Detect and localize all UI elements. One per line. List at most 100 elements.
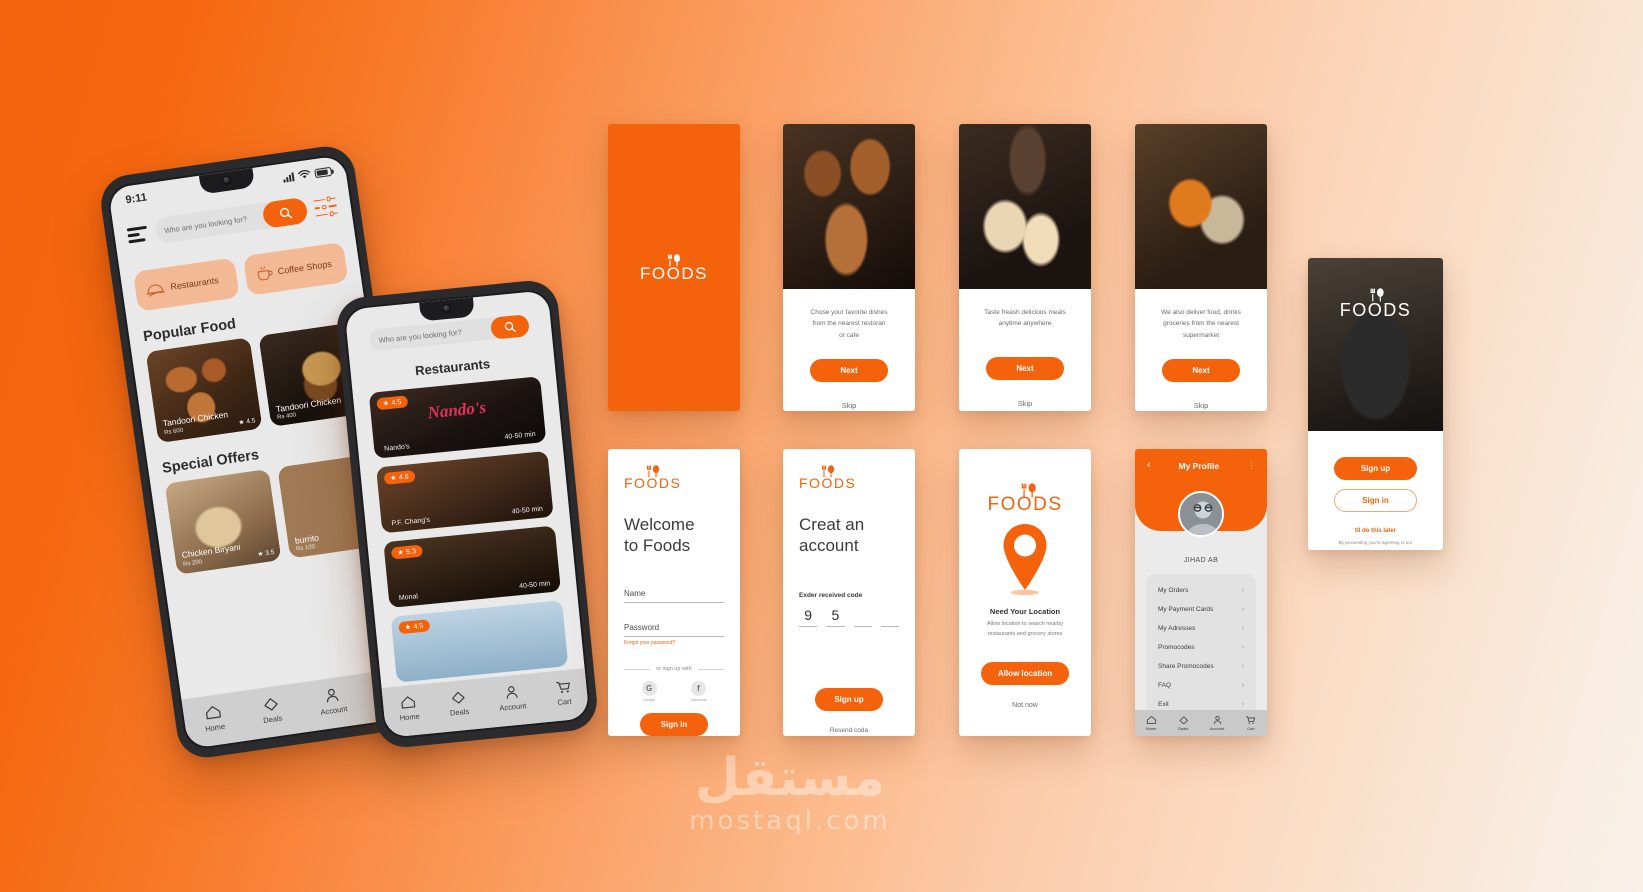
tab-account[interactable]: Account	[317, 685, 348, 717]
cloche-icon	[146, 283, 165, 297]
food-price: Rs 100	[295, 544, 316, 553]
watermark: مستقل mostaql.com	[640, 752, 940, 836]
tab-label: Cart	[1247, 726, 1255, 731]
facebook-signin-button[interactable]: f Facebook	[691, 681, 706, 702]
next-button[interactable]: Next	[810, 359, 888, 383]
name-field[interactable]: Name	[624, 589, 724, 604]
front-camera-icon	[441, 303, 452, 314]
menu-item-promocodes[interactable]: Promocodes ›	[1146, 638, 1256, 657]
not-now-link[interactable]: Not now	[959, 702, 1091, 709]
mockup-stage: مستقل mostaql.com 9:11 Who are you looki…	[0, 0, 1643, 892]
restaurant-card-footer: Monal 40-50 min	[389, 579, 561, 603]
watermark-arabic: مستقل	[694, 748, 886, 808]
home-icon	[401, 696, 416, 709]
menu-item-my-orders[interactable]: My Orders ›	[1146, 581, 1256, 600]
app-logo: FOODS	[959, 483, 1091, 514]
chevron-right-icon: ›	[1241, 644, 1244, 651]
search-icon	[504, 321, 516, 332]
hamburger-menu-icon[interactable]	[126, 225, 149, 243]
menu-item-faq[interactable]: FAQ ›	[1146, 676, 1256, 695]
tab-account[interactable]: Account	[497, 683, 527, 713]
filter-sliders-icon[interactable]	[313, 196, 338, 218]
screen-signup: FOODS Creat an account Exder received co…	[783, 449, 915, 736]
tab-account[interactable]: Account	[1210, 715, 1224, 731]
do-later-link[interactable]: til do this later	[1308, 528, 1443, 534]
password-field[interactable]: Password	[624, 623, 724, 638]
tab-home[interactable]: Home	[202, 702, 226, 733]
tab-label: Account	[1209, 726, 1225, 731]
restaurant-name: P.F. Chang's	[391, 516, 431, 528]
next-button[interactable]: Next	[986, 356, 1064, 380]
logo-wordmark: FOODS	[1339, 300, 1412, 320]
menu-item-label: My Payment Cards	[1158, 606, 1214, 613]
onboarding-photo	[1135, 124, 1267, 289]
google-signin-button[interactable]: G Google	[641, 681, 657, 702]
menu-item-label: Exit	[1158, 701, 1169, 708]
rating-badge: ★ 4.5	[376, 395, 408, 411]
food-card[interactable]: Chicken Biryani Rs 200 ★ 3.5	[164, 468, 282, 575]
screen-onboarding-1: Chose your favorite dishes from the near…	[783, 124, 915, 411]
restaurant-logo-text: Nando's	[426, 398, 487, 423]
code-digit[interactable]	[853, 607, 872, 628]
tab-label: Deals	[449, 706, 470, 718]
forgot-password-link[interactable]: Forgot your password?	[624, 640, 724, 646]
code-digit[interactable]	[880, 607, 899, 628]
food-card[interactable]: Tandoori Chicken Rs 600 ★ 4.5	[145, 337, 263, 444]
google-icon: G	[641, 681, 657, 697]
category-label: Restaurants	[169, 275, 220, 292]
tag-icon	[264, 697, 278, 711]
profile-user-name: JIHAD AB	[1183, 557, 1219, 564]
tab-deals[interactable]: Deals	[1178, 715, 1189, 731]
next-button[interactable]: Next	[1162, 359, 1240, 383]
app-logo: FOODS	[799, 465, 856, 490]
divider-line	[624, 668, 651, 670]
menu-item-share-promocodes[interactable]: Share Promocodes ›	[1146, 657, 1256, 676]
restaurant-card-footer: Nando's 40-50 min	[374, 430, 546, 454]
home-icon	[1146, 716, 1156, 724]
food-rating: ★ 3.5	[257, 548, 275, 559]
tab-deals[interactable]: Deals	[260, 694, 283, 725]
restaurant-card-footer: P.F. Chang's 40-50 min	[381, 505, 553, 529]
food-card-meta: Chicken Biryani Rs 200 ★ 3.5	[173, 531, 281, 575]
skip-link[interactable]: Skip	[959, 399, 1091, 408]
resend-code-link[interactable]: Resend coda	[799, 727, 899, 734]
chevron-right-icon: ›	[1241, 663, 1244, 670]
tab-cart[interactable]: Cart	[554, 679, 573, 707]
restaurant-card[interactable]: ★ 5.3 Monal 40-50 min	[383, 525, 561, 608]
allow-location-button[interactable]: Allow location	[981, 661, 1069, 685]
map-pin-icon	[996, 522, 1054, 598]
signup-button[interactable]: Sign up	[815, 688, 883, 712]
tab-home[interactable]: Home	[1146, 715, 1157, 731]
tab-home[interactable]: Home	[398, 694, 420, 723]
signin-button[interactable]: Sign in	[1334, 489, 1417, 512]
welcome-hero-photo: FOODS	[1308, 258, 1443, 431]
device-phone-restaurants: Who are you looking for? Restaurants ★ 4…	[334, 278, 600, 750]
battery-icon	[314, 166, 333, 178]
menu-item-my-payment-cards[interactable]: My Payment Cards ›	[1146, 600, 1256, 619]
app-logo: FOODS	[624, 465, 681, 490]
tab-label: Account	[498, 701, 527, 713]
avatar[interactable]	[1178, 491, 1224, 537]
password-label: Password	[624, 623, 660, 633]
tab-deals[interactable]: Deals	[448, 689, 470, 718]
menu-item-label: Share Promocodes	[1158, 663, 1214, 670]
more-vertical-icon[interactable]: ⋮	[1247, 461, 1256, 470]
profile-header: ‹ My Profile ⋮	[1135, 449, 1267, 537]
verification-code-input[interactable]: 9 5	[799, 607, 899, 628]
code-digit[interactable]: 9	[799, 607, 818, 628]
tab-label: Account	[319, 703, 348, 717]
skip-link[interactable]: Skip	[1135, 401, 1267, 410]
code-digit[interactable]: 5	[826, 607, 845, 628]
signup-button[interactable]: Sign up	[1334, 457, 1417, 480]
onboarding-caption: Taste freash delicious meals anytime any…	[984, 309, 1066, 328]
restaurant-card[interactable]: ★ 4.6 P.F. Chang's 40-50 min	[376, 450, 554, 534]
restaurant-card[interactable]: ★ 4.5	[390, 600, 569, 683]
search-placeholder: Who are you looking for?	[378, 327, 463, 345]
chevron-right-icon: ›	[1241, 682, 1244, 689]
menu-item-my-adresses[interactable]: My Adresses ›	[1146, 619, 1256, 638]
skip-link[interactable]: Skip	[783, 401, 915, 410]
signin-button[interactable]: Sign in	[640, 713, 708, 736]
tab-cart[interactable]: Cart	[1245, 715, 1256, 731]
front-camera-icon	[221, 175, 232, 186]
chevron-left-icon[interactable]: ‹	[1147, 460, 1151, 471]
